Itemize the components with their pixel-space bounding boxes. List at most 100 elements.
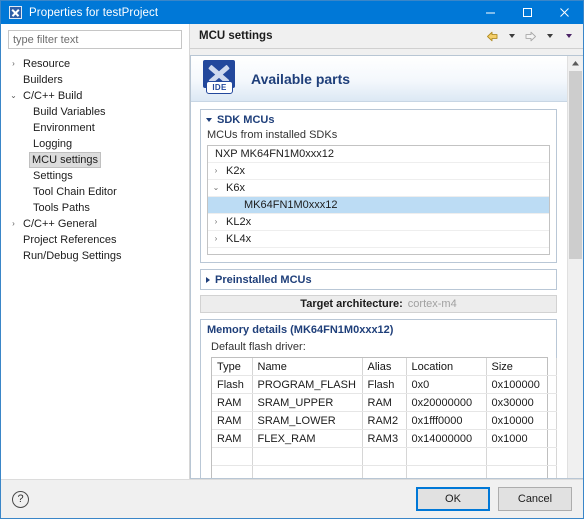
sidebar-item-project-references[interactable]: Project References bbox=[1, 232, 189, 248]
memory-table[interactable]: Type Name Alias Location Size Driver bbox=[212, 358, 557, 478]
cell-size bbox=[486, 465, 557, 478]
sidebar-item-logging[interactable]: Logging bbox=[1, 136, 189, 152]
cell-location bbox=[406, 465, 487, 478]
settings-panel-body: SDK MCUs MCUs from installed SDKs NXP MK… bbox=[191, 102, 567, 478]
back-arrow-icon[interactable] bbox=[484, 28, 501, 45]
target-architecture-label: Target architecture: bbox=[300, 298, 403, 310]
column-header-name[interactable]: Name bbox=[252, 358, 363, 376]
ok-button[interactable]: OK bbox=[416, 487, 490, 511]
cell-alias bbox=[362, 447, 407, 466]
minimize-icon[interactable] bbox=[472, 1, 509, 24]
cell-location bbox=[406, 447, 487, 466]
sidebar-item-tool-chain-editor[interactable]: Tool Chain Editor bbox=[1, 184, 189, 200]
help-button[interactable]: ? bbox=[12, 490, 29, 508]
memory-table-header-row: Type Name Alias Location Size Driver bbox=[212, 358, 557, 376]
maximize-icon[interactable] bbox=[509, 1, 546, 24]
mcu-tree-row-k6x[interactable]: ⌄ K6x bbox=[208, 180, 549, 197]
sidebar-item-settings[interactable]: Settings bbox=[1, 168, 189, 184]
chevron-right-icon[interactable]: › bbox=[208, 214, 224, 230]
window-controls bbox=[472, 1, 583, 24]
sidebar-item-label: Builders bbox=[23, 74, 63, 86]
sidebar-item-label: Tool Chain Editor bbox=[33, 186, 117, 198]
table-row[interactable]: RAM SRAM_UPPER RAM 0x20000000 0x30000 bbox=[212, 393, 557, 412]
expand-triangle-down-icon[interactable] bbox=[206, 118, 212, 122]
cell-name bbox=[252, 447, 363, 466]
sidebar-item-build-variables[interactable]: Build Variables bbox=[1, 104, 189, 120]
settings-tree: › Resource Builders ⌄ C/C++ Build Build … bbox=[1, 54, 189, 479]
table-row[interactable]: RAM SRAM_LOWER RAM2 0x1fff0000 0x10000 bbox=[212, 411, 557, 430]
sidebar-item-mcu-settings[interactable]: MCU settings bbox=[1, 152, 189, 168]
chevron-down-icon[interactable]: ⌄ bbox=[7, 88, 20, 104]
table-row[interactable]: Flash PROGRAM_FLASH Flash 0x0 0x100000 F… bbox=[212, 375, 557, 394]
table-row[interactable] bbox=[212, 465, 557, 478]
sidebar-item-label: Logging bbox=[33, 138, 73, 150]
sidebar-item-c-cpp-general[interactable]: › C/C++ General bbox=[1, 216, 189, 232]
settings-scroll-body: IDE Available parts SDK MCUs MCUs from i… bbox=[191, 56, 567, 478]
chevron-right-icon[interactable]: › bbox=[7, 56, 20, 72]
table-row[interactable] bbox=[212, 447, 557, 466]
vertical-scrollbar[interactable] bbox=[567, 56, 583, 478]
sidebar-item-tools-paths[interactable]: Tools Paths bbox=[1, 200, 189, 216]
window-title: Properties for testProject bbox=[29, 6, 159, 19]
cell-type bbox=[212, 465, 253, 478]
sidebar-item-label: Build Variables bbox=[33, 106, 106, 118]
mcu-tree-label: NXP MK64FN1M0xxx12 bbox=[215, 148, 335, 160]
column-header-location[interactable]: Location bbox=[406, 358, 487, 376]
sidebar-item-resource[interactable]: › Resource bbox=[1, 56, 189, 72]
forward-arrow-icon[interactable] bbox=[522, 28, 539, 45]
close-icon[interactable] bbox=[546, 1, 583, 24]
forward-dropdown-icon[interactable] bbox=[541, 28, 558, 45]
sidebar-item-label: Run/Debug Settings bbox=[23, 250, 122, 262]
cell-type: RAM bbox=[212, 429, 253, 448]
mcuxpresso-logo-icon: IDE bbox=[201, 59, 242, 98]
back-dropdown-icon[interactable] bbox=[503, 28, 520, 45]
default-flash-driver-label: Default flash driver: bbox=[211, 341, 306, 353]
cell-type: RAM bbox=[212, 393, 253, 412]
sidebar-item-builders[interactable]: Builders bbox=[1, 72, 189, 88]
sdk-mcus-header[interactable]: SDK MCUs bbox=[201, 110, 556, 129]
cell-name: PROGRAM_FLASH bbox=[252, 375, 363, 394]
mcu-tree-row-mk64fn1m0xxx12[interactable]: MK64FN1M0xxx12 bbox=[208, 197, 549, 214]
table-row[interactable]: RAM FLEX_RAM RAM3 0x14000000 0x1000 bbox=[212, 429, 557, 448]
mcu-settings-pane: MCU settings IDE Available parts SDK MCU… bbox=[190, 24, 583, 479]
preinstalled-mcus-group: Preinstalled MCUs bbox=[200, 269, 557, 290]
memory-details-header: Memory details (MK64FN1M0xxx12) bbox=[201, 320, 556, 339]
column-header-alias[interactable]: Alias bbox=[362, 358, 407, 376]
cell-location: 0x0 bbox=[406, 375, 487, 394]
cell-location: 0x14000000 bbox=[406, 429, 487, 448]
column-header-size[interactable]: Size bbox=[486, 358, 557, 376]
sidebar-item-label: C/C++ Build bbox=[23, 90, 83, 102]
cell-alias: RAM2 bbox=[362, 411, 407, 430]
chevron-right-icon[interactable]: › bbox=[208, 163, 224, 179]
cell-name: SRAM_LOWER bbox=[252, 411, 363, 430]
sidebar-item-run-debug-settings[interactable]: Run/Debug Settings bbox=[1, 248, 189, 264]
mcu-tree-row-kl4x[interactable]: › KL4x bbox=[208, 231, 549, 248]
chevron-down-icon[interactable]: ⌄ bbox=[208, 180, 224, 196]
scroll-up-arrow-icon[interactable] bbox=[571, 56, 580, 71]
app-icon bbox=[9, 6, 22, 19]
expand-triangle-right-icon[interactable] bbox=[206, 277, 210, 283]
chevron-right-icon[interactable]: › bbox=[208, 231, 224, 247]
sdk-mcu-tree[interactable]: NXP MK64FN1M0xxx12 › K2x ⌄ K6x MK64FN1M0… bbox=[207, 145, 550, 255]
sidebar-item-c-cpp-build[interactable]: ⌄ C/C++ Build bbox=[1, 88, 189, 104]
mcu-tree-row-nxp[interactable]: NXP MK64FN1M0xxx12 bbox=[208, 146, 549, 163]
sidebar-item-environment[interactable]: Environment bbox=[1, 120, 189, 136]
cell-alias: Flash bbox=[362, 375, 407, 394]
mcu-tree-row-k2x[interactable]: › K2x bbox=[208, 163, 549, 180]
cancel-button[interactable]: Cancel bbox=[498, 487, 572, 511]
preinstalled-mcus-header[interactable]: Preinstalled MCUs bbox=[201, 270, 556, 289]
chevron-right-icon[interactable]: › bbox=[7, 216, 20, 232]
view-menu-icon[interactable] bbox=[560, 28, 577, 45]
mcu-tree-row-empty bbox=[208, 248, 549, 254]
mcu-tree-label: KL2x bbox=[226, 216, 252, 228]
scrollbar-thumb[interactable] bbox=[569, 71, 582, 259]
column-header-type[interactable]: Type bbox=[212, 358, 253, 376]
cell-name: SRAM_UPPER bbox=[252, 393, 363, 412]
mcu-tree-row-kl2x[interactable]: › KL2x bbox=[208, 214, 549, 231]
memory-details-title: Memory details (MK64FN1M0xxx12) bbox=[207, 324, 394, 336]
filter-input[interactable] bbox=[8, 30, 182, 49]
cell-name bbox=[252, 465, 363, 478]
target-architecture-row: Target architecture: cortex-m4 bbox=[200, 295, 557, 313]
mcu-tree-label: K2x bbox=[226, 165, 245, 177]
mcu-tree-label: MK64FN1M0xxx12 bbox=[244, 199, 338, 211]
